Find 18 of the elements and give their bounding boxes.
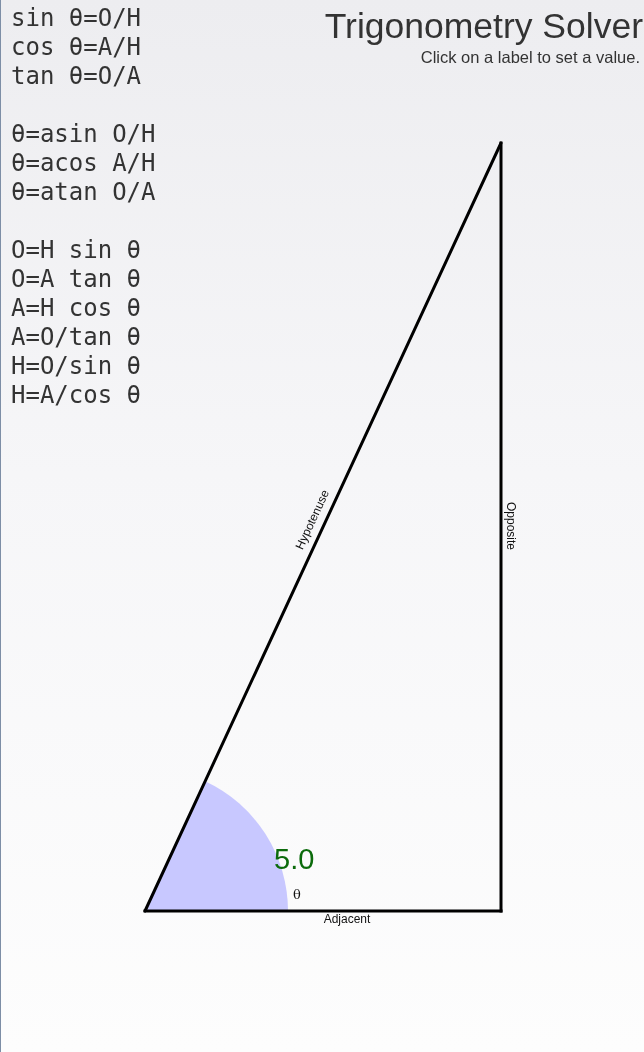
opposite-label[interactable]: Opposite: [503, 502, 518, 550]
formula-text: A=H cos θ: [11, 294, 143, 323]
adjacent-label[interactable]: Adjacent: [323, 912, 371, 926]
formula-text: H=O/sin θ: [11, 352, 143, 381]
formula-text: O=A tan θ: [11, 265, 143, 294]
formula-text: θ=asin O/H: [11, 120, 156, 149]
formula-text: cos θ=A/H: [11, 33, 143, 62]
formula-text: sin θ=O/H: [11, 4, 143, 33]
formula-text: θ=acos A/H: [11, 149, 156, 178]
formula-text: tan θ=O/A: [11, 62, 143, 91]
angle-symbol: θ: [293, 887, 301, 902]
formula-text: A=O/tan θ: [11, 323, 143, 352]
instruction-text: Click on a label to set a value.: [420, 47, 640, 67]
formula-text: H=A/cos θ: [11, 381, 143, 410]
formula-text: θ=atan O/A: [11, 178, 156, 207]
app-title: Trigonometry Solver: [324, 5, 643, 47]
angle-value[interactable]: 5.0: [274, 843, 315, 875]
formula-text: O=H sin θ: [11, 236, 143, 265]
